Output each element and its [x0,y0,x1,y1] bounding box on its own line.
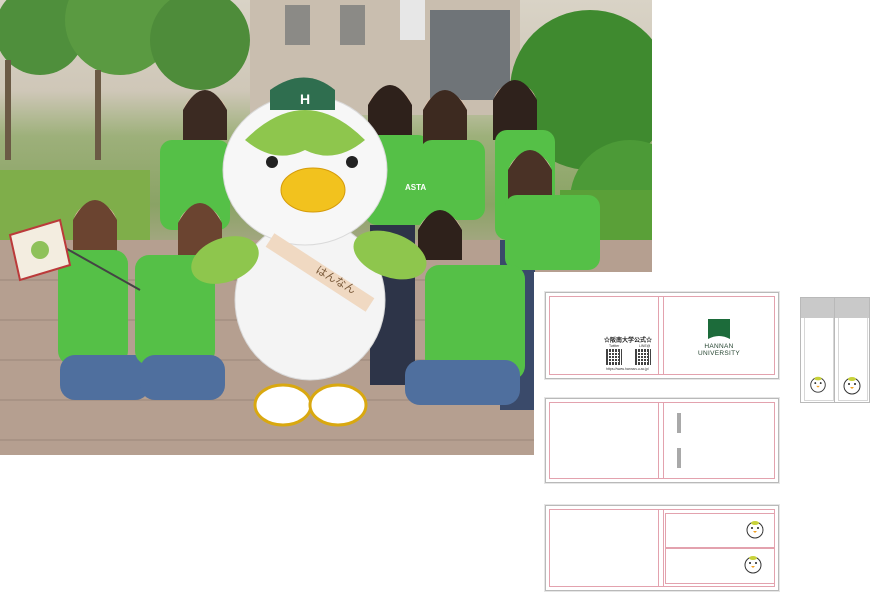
mascot-cap-letter: H [300,91,310,107]
chick-icon [744,556,762,574]
product-panel: ☆阪南大学公式☆ Twitter LINE@ https://www.hanna… [534,272,880,600]
shirt-text: ASTA [405,183,426,192]
qr-code-right [635,349,651,365]
card-inside [545,398,779,483]
card-slot [677,448,681,468]
university-logo-icon [708,319,730,339]
card-fold [658,402,664,479]
card-pockets [545,505,779,591]
chick-icon [746,521,764,539]
qr-code-left [606,349,622,365]
card-fold [658,509,664,587]
clear-sleeve [800,297,870,403]
qr-title: ☆阪南大学公式☆ [604,338,653,344]
card-front: ☆阪南大学公式☆ Twitter LINE@ https://www.hanna… [545,292,779,379]
logo-line-1: HANNAN [704,343,734,350]
chick-icon [810,376,826,393]
qr-left-caption: Twitter [609,344,620,348]
sleeve-divider [834,298,835,402]
chick-icon [843,377,861,395]
logo-line-2: UNIVERSITY [697,350,740,357]
website-url: https://www.hannan-u.ac.jp/ [606,367,649,371]
card-fold [658,296,664,375]
sleeve-top-band [801,298,869,318]
qr-right-caption: LINE@ [639,344,651,348]
card-slot [677,413,681,433]
